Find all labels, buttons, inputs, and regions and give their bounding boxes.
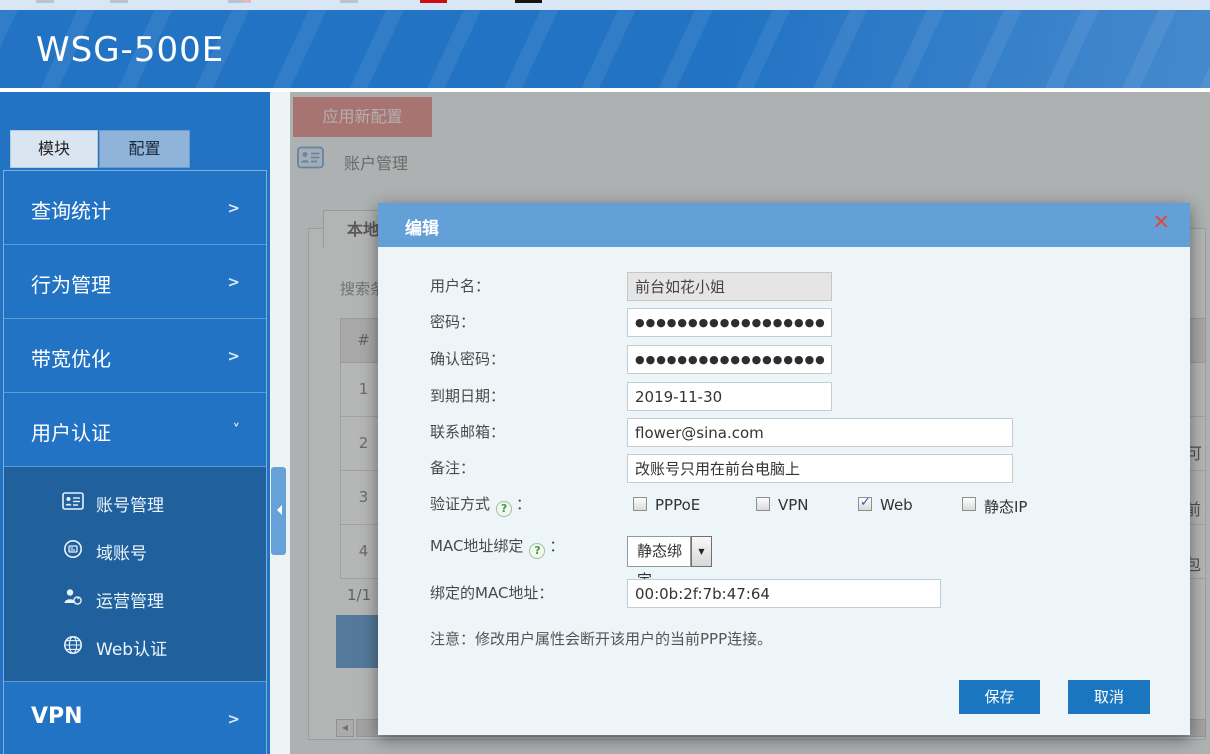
dialog-title: 编辑 — [405, 214, 439, 239]
bound-mac-label: 绑定的MAC地址： — [430, 579, 625, 608]
password-label: 密码： — [430, 308, 625, 337]
checkbox-label: 静态IP — [984, 496, 1027, 517]
password-field[interactable] — [627, 308, 832, 337]
sidebar-item-label: 带宽优化 — [31, 343, 111, 372]
chevron-right-icon: > — [227, 347, 240, 365]
sidebar-item-user-auth[interactable]: 用户认证 ˅ — [4, 393, 266, 467]
help-icon[interactable]: ? — [529, 543, 545, 559]
app-title: WSG-500E — [36, 30, 224, 70]
label-colon: ： — [549, 537, 564, 555]
sidebar-item-domain-account[interactable]: 域账号 — [4, 525, 266, 573]
edit-dialog: 编辑 ✕ 用户名： 密码： 确认密码： 到期日期： 联系邮箱： 备注： 验证方式… — [378, 203, 1190, 735]
auth-method-label-text: 验证方式 — [430, 495, 490, 513]
dialog-note: 注意：修改用户属性会断开该用户的当前PPP连接。 — [430, 628, 772, 649]
checkbox-box[interactable] — [756, 497, 770, 511]
sidebar: 模块 配置 查询统计 > 行为管理 > 带宽优化 > 用户认证 ˅ — [0, 92, 270, 754]
checkbox-label: PPPoE — [655, 496, 700, 514]
expiry-date-field[interactable] — [627, 382, 832, 411]
label-colon: ： — [516, 495, 531, 513]
remark-field[interactable] — [627, 454, 1013, 483]
sidebar-subitem-label: 运营管理 — [96, 587, 164, 612]
browser-mark — [110, 0, 128, 3]
sidebar-item-behavior-mgmt[interactable]: 行为管理 > — [4, 245, 266, 319]
sidebar-item-label: 查询统计 — [31, 195, 111, 224]
checkbox-label: VPN — [778, 496, 809, 514]
collapse-left-icon — [272, 505, 282, 515]
sidebar-item-label: 用户认证 — [31, 417, 111, 446]
sidebar-item-label: 行为管理 — [31, 269, 111, 298]
sidebar-item-account-mgmt[interactable]: 账号管理 — [4, 477, 266, 525]
mac-binding-label: MAC地址绑定?： — [430, 537, 625, 559]
sidebar-collapse-handle[interactable] — [271, 467, 286, 555]
sidebar-tab-config[interactable]: 配置 — [99, 130, 190, 168]
app-header: WSG-500E — [0, 10, 1210, 88]
domain-account-icon — [62, 539, 84, 559]
username-label: 用户名： — [430, 272, 625, 301]
sidebar-submenu-user-auth: 账号管理 域账号 运营管理 — [4, 467, 266, 682]
chevron-right-icon: > — [227, 199, 240, 217]
save-button[interactable]: 保存 — [959, 680, 1040, 714]
browser-mark — [340, 0, 358, 3]
sidebar-gutter — [270, 92, 290, 754]
sidebar-tab-modules[interactable]: 模块 — [10, 130, 98, 168]
checkbox-box[interactable] — [633, 497, 647, 511]
bound-mac-field[interactable] — [627, 579, 941, 608]
cancel-button[interactable]: 取消 — [1068, 680, 1150, 714]
sidebar-subitem-label: 域账号 — [96, 539, 147, 564]
dialog-header[interactable]: 编辑 ✕ — [378, 203, 1190, 247]
sidebar-item-vpn[interactable]: VPN > — [4, 682, 266, 754]
chevron-down-icon: ˅ — [233, 421, 241, 439]
sidebar-item-label: VPN — [31, 704, 83, 729]
sidebar-menu: 查询统计 > 行为管理 > 带宽优化 > 用户认证 ˅ 账号管理 — [3, 170, 267, 754]
remark-label: 备注： — [430, 454, 625, 483]
sidebar-subitem-label: Web认证 — [96, 635, 167, 660]
auth-method-label: 验证方式?： — [430, 495, 625, 517]
checkbox-label: Web — [880, 496, 913, 514]
email-label: 联系邮箱： — [430, 418, 625, 447]
dropdown-arrow-icon[interactable]: ▼ — [691, 536, 712, 567]
sidebar-item-operation-mgmt[interactable]: 运营管理 — [4, 573, 266, 621]
chevron-right-icon: > — [227, 710, 240, 728]
close-icon[interactable]: ✕ — [1152, 210, 1170, 234]
expiry-date-label: 到期日期： — [430, 382, 625, 411]
checkbox-box-checked[interactable]: ✓ — [858, 497, 872, 511]
operator-icon — [62, 587, 84, 607]
globe-icon — [62, 635, 84, 655]
chevron-right-icon: > — [227, 273, 240, 291]
browser-mark — [243, 0, 251, 3]
username-field[interactable] — [627, 272, 832, 301]
help-icon[interactable]: ? — [496, 501, 512, 517]
screen: WSG-500E 模块 配置 查询统计 > 行为管理 > 带宽优化 > 用户认证… — [0, 0, 1210, 754]
browser-tab-underline-red — [420, 0, 447, 3]
mac-binding-select[interactable]: 静态绑定 — [627, 536, 691, 567]
check-icon: ✓ — [860, 495, 871, 510]
browser-mark — [36, 0, 54, 3]
browser-tab-underline-black — [515, 0, 542, 3]
email-field[interactable] — [627, 418, 1013, 447]
sidebar-subitem-label: 账号管理 — [96, 491, 164, 516]
confirm-password-field[interactable] — [627, 345, 832, 374]
sidebar-item-bandwidth-opt[interactable]: 带宽优化 > — [4, 319, 266, 393]
id-badge-icon — [62, 491, 84, 511]
browser-edge-strip — [0, 0, 1210, 10]
mac-binding-label-text: MAC地址绑定 — [430, 537, 523, 555]
confirm-password-label: 确认密码： — [430, 345, 625, 374]
sidebar-item-web-auth[interactable]: Web认证 — [4, 621, 266, 669]
checkbox-box[interactable] — [962, 497, 976, 511]
sidebar-item-query-stats[interactable]: 查询统计 > — [4, 171, 266, 245]
